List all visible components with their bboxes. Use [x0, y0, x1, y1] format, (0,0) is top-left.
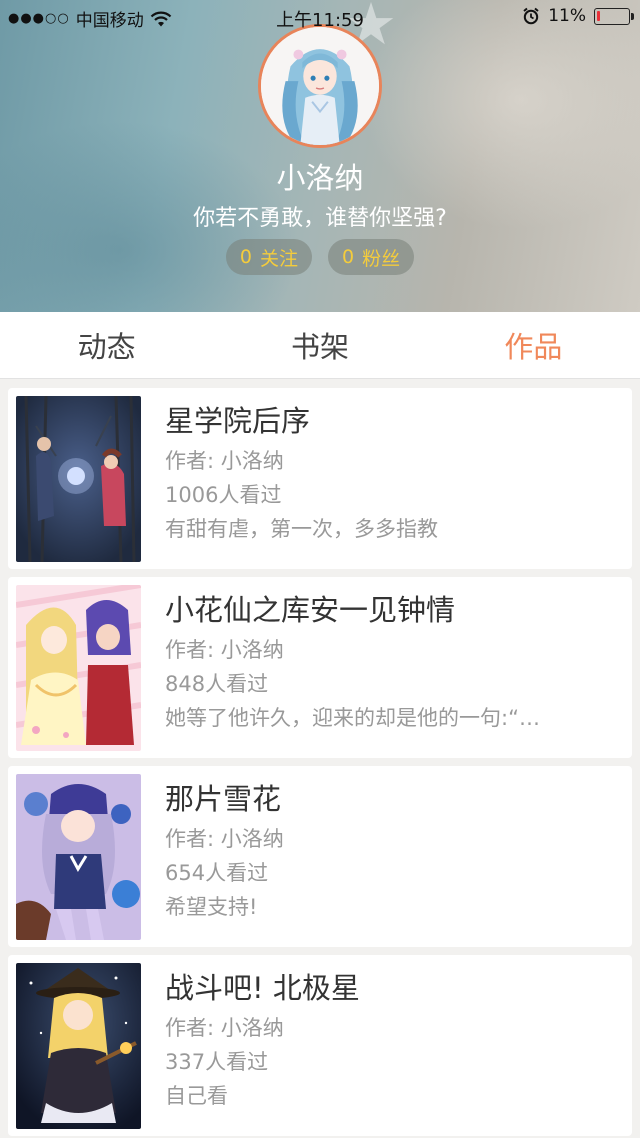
work-cover-image [16, 585, 141, 751]
battery-percent: 11% [548, 6, 586, 26]
work-cover-image [16, 963, 141, 1129]
work-view-count: 654人看过 [165, 861, 269, 885]
work-description: 她等了他许久，迎来的却是他的一句:“… [165, 706, 540, 730]
battery-icon [594, 7, 634, 25]
work-card[interactable]: 那片雪花 作者: 小洛纳 654人看过 希望支持! [8, 766, 632, 947]
work-description: 有甜有虐，第一次，多多指教 [165, 517, 438, 541]
work-description: 希望支持! [165, 895, 258, 919]
work-title: 小花仙之库安一见钟情 [165, 593, 456, 627]
work-view-count: 1006人看过 [165, 483, 282, 507]
work-view-count: 337人看过 [165, 1050, 269, 1074]
work-author: 作者: 小洛纳 [165, 638, 284, 662]
profile-header: ★ ●●●○○ 中国移动 上午11:59 11% 小洛纳 你若不勇敢，谁替你坚强… [0, 0, 640, 312]
work-card[interactable]: 战斗吧! 北极星 作者: 小洛纳 337人看过 自己看 [8, 955, 632, 1136]
status-bar: ●●●○○ 中国移动 上午11:59 11% [0, 0, 640, 34]
work-title: 星学院后序 [165, 404, 311, 438]
work-card[interactable]: 小花仙之库安一见钟情 作者: 小洛纳 848人看过 她等了他许久，迎来的却是他的… [8, 577, 632, 758]
alarm-icon [522, 7, 540, 25]
tab-bookshelf[interactable]: 书架 [213, 312, 426, 378]
work-cover-image [16, 396, 141, 562]
avatar-image [261, 27, 379, 145]
work-card[interactable]: 星学院后序 作者: 小洛纳 1006人看过 有甜有虐，第一次，多多指教 [8, 388, 632, 569]
tab-activity[interactable]: 动态 [0, 312, 213, 378]
profile-tabs: 动态 书架 作品 [0, 312, 640, 379]
work-title: 那片雪花 [165, 782, 282, 816]
work-title: 战斗吧! 北极星 [165, 971, 360, 1005]
battery-level-fill [597, 10, 600, 21]
fans-count: 0 [342, 246, 355, 268]
user-signature: 你若不勇敢，谁替你坚强? [193, 206, 447, 231]
work-view-count: 848人看过 [165, 672, 269, 696]
fans-button[interactable]: 0 粉丝 [328, 239, 415, 275]
stats-row: 0 关注 0 粉丝 [0, 239, 640, 275]
work-description: 自己看 [165, 1084, 228, 1108]
work-author: 作者: 小洛纳 [165, 827, 284, 851]
work-author: 作者: 小洛纳 [165, 1016, 284, 1040]
username: 小洛纳 [276, 161, 364, 195]
avatar[interactable] [258, 24, 382, 148]
work-author: 作者: 小洛纳 [165, 449, 284, 473]
fans-label: 粉丝 [362, 247, 401, 270]
following-button[interactable]: 0 关注 [225, 239, 312, 275]
tab-works[interactable]: 作品 [427, 312, 640, 378]
following-count: 0 [239, 246, 252, 268]
work-cover-image [16, 774, 141, 940]
following-label: 关注 [259, 247, 298, 270]
